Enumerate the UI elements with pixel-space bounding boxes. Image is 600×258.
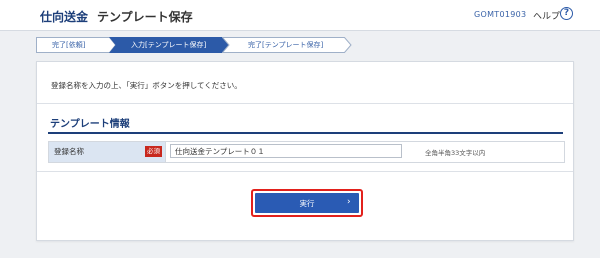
required-badge: 必須	[145, 146, 162, 157]
chevron-right-icon: ›	[347, 197, 351, 207]
step-label: 完了[テンプレート保存]	[248, 41, 324, 49]
registration-name-label: 登録名称	[54, 147, 84, 156]
row-label-cell: 登録名称 必須	[49, 142, 166, 162]
registration-name-row: 登録名称 必須 全角半角33文字以内	[48, 141, 565, 163]
registration-name-input[interactable]	[170, 144, 402, 158]
page-title: テンプレート保存	[97, 10, 193, 24]
screen-id: GOMT01903	[474, 10, 527, 19]
app-name: 仕向送金	[40, 10, 89, 24]
app-header: 仕向送金 テンプレート保存 GOMT01903 ヘルプ ?	[0, 0, 600, 31]
step-input-template: 入力[テンプレート保存]	[109, 37, 229, 53]
step-indicator: 完了[依頼] 入力[テンプレート保存] 完了[テンプレート保存]	[36, 37, 366, 53]
field-hint: 全角半角33文字以内	[425, 149, 486, 157]
step-label: 完了[依頼]	[52, 41, 86, 49]
instruction-text: 登録名称を入力の上、「実行」ボタンを押してください。	[51, 81, 242, 90]
main-panel: 登録名称を入力の上、「実行」ボタンを押してください。 テンプレート情報 登録名称…	[36, 61, 574, 241]
step-label: 入力[テンプレート保存]	[131, 41, 207, 49]
divider	[37, 171, 573, 172]
execute-button[interactable]: 実行 ›	[255, 193, 359, 213]
step-complete-template: 完了[テンプレート保存]	[222, 37, 352, 53]
section-rule	[48, 132, 563, 134]
section-title: テンプレート情報	[50, 119, 130, 130]
divider	[37, 103, 573, 104]
help-link[interactable]: ヘルプ	[533, 9, 560, 22]
step-complete-request: 完了[依頼]	[36, 37, 116, 53]
help-icon[interactable]: ?	[560, 7, 573, 20]
execute-label: 実行	[299, 199, 315, 208]
